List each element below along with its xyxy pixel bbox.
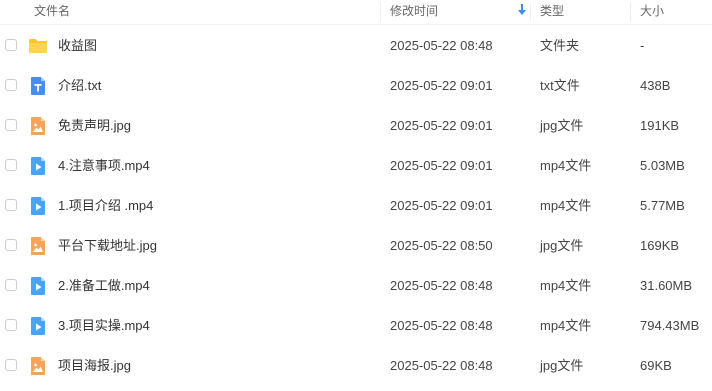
row-checkbox[interactable] (5, 119, 17, 131)
file-row[interactable]: 收益图 2025-05-22 08:48 文件夹 - (0, 26, 712, 66)
file-modified-time: 2025-05-22 09:01 (390, 158, 493, 173)
file-size: 31.60MB (640, 278, 693, 293)
row-checkbox[interactable] (5, 39, 17, 51)
file-row[interactable]: 4.注意事项.mp4 2025-05-22 09:01 mp4文件 5.03MB (0, 146, 712, 186)
file-list: 文件名 修改时间 类型 大小 收益图 2025-05-22 08:48 文件夹 - 介绍… (0, 0, 712, 391)
column-divider[interactable] (530, 3, 531, 21)
file-name[interactable]: 平台下载地址.jpg (58, 237, 157, 255)
column-header-type[interactable]: 类型 (540, 0, 564, 24)
column-header-size[interactable]: 大小 (640, 0, 664, 24)
video-file-icon (28, 156, 48, 176)
file-size: 169KB (640, 238, 680, 253)
file-name[interactable]: 2.准备工做.mp4 (58, 277, 150, 295)
video-file-icon (28, 316, 48, 336)
row-checkbox[interactable] (5, 79, 17, 91)
folder-icon (28, 36, 48, 56)
file-size: 5.03MB (640, 158, 685, 173)
file-size: - (640, 38, 645, 53)
video-file-icon (28, 276, 48, 296)
row-checkbox[interactable] (5, 319, 17, 331)
image-file-icon (28, 236, 48, 256)
file-modified-time: 2025-05-22 08:50 (390, 238, 493, 253)
file-row[interactable]: 介绍.txt 2025-05-22 09:01 txt文件 438B (0, 66, 712, 106)
file-row[interactable]: 1.项目介绍 .mp4 2025-05-22 09:01 mp4文件 5.77MB (0, 186, 712, 226)
file-type: jpg文件 (540, 358, 584, 373)
file-row[interactable]: 免责声明.jpg 2025-05-22 09:01 jpg文件 191KB (0, 106, 712, 146)
file-type: mp4文件 (540, 318, 592, 333)
file-type: jpg文件 (540, 238, 584, 253)
file-size: 5.77MB (640, 198, 685, 213)
row-checkbox[interactable] (5, 279, 17, 291)
image-file-icon (28, 356, 48, 376)
file-name[interactable]: 免责声明.jpg (58, 117, 131, 135)
video-file-icon (28, 196, 48, 216)
image-file-icon (28, 116, 48, 136)
file-row[interactable]: 平台下载地址.jpg 2025-05-22 08:50 jpg文件 169KB (0, 226, 712, 266)
file-size: 794.43MB (640, 318, 700, 333)
file-type: mp4文件 (540, 198, 592, 213)
file-modified-time: 2025-05-22 09:01 (390, 118, 493, 133)
file-type: mp4文件 (540, 278, 592, 293)
column-header-name[interactable]: 文件名 (34, 0, 70, 24)
txt-file-icon (28, 76, 48, 96)
file-modified-time: 2025-05-22 08:48 (390, 278, 493, 293)
file-name[interactable]: 介绍.txt (58, 77, 101, 95)
file-row[interactable]: 3.项目实操.mp4 2025-05-22 08:48 mp4文件 794.43MB (0, 306, 712, 346)
row-checkbox[interactable] (5, 359, 17, 371)
file-row[interactable]: 项目海报.jpg 2025-05-22 08:48 jpg文件 69KB (0, 346, 712, 386)
file-name[interactable]: 4.注意事项.mp4 (58, 157, 150, 175)
file-type: jpg文件 (540, 118, 584, 133)
row-checkbox[interactable] (5, 199, 17, 211)
file-modified-time: 2025-05-22 08:48 (390, 318, 493, 333)
file-list-header: 文件名 修改时间 类型 大小 (0, 0, 712, 25)
file-modified-time: 2025-05-22 08:48 (390, 358, 493, 373)
row-checkbox[interactable] (5, 239, 17, 251)
file-name[interactable]: 收益图 (58, 37, 97, 55)
column-divider[interactable] (630, 3, 631, 21)
file-modified-time: 2025-05-22 08:48 (390, 38, 493, 53)
file-size: 191KB (640, 118, 680, 133)
file-name[interactable]: 1.项目介绍 .mp4 (58, 197, 153, 215)
file-name[interactable]: 项目海报.jpg (58, 357, 131, 375)
file-size: 438B (640, 78, 671, 93)
column-divider[interactable] (380, 3, 381, 21)
file-modified-time: 2025-05-22 09:01 (390, 198, 493, 213)
file-type: txt文件 (540, 78, 580, 93)
file-modified-time: 2025-05-22 09:01 (390, 78, 493, 93)
file-type: 文件夹 (540, 38, 580, 53)
file-type: mp4文件 (540, 158, 592, 173)
file-name[interactable]: 3.项目实操.mp4 (58, 317, 150, 335)
file-row[interactable]: 2.准备工做.mp4 2025-05-22 08:48 mp4文件 31.60MB (0, 266, 712, 306)
sort-descending-icon[interactable] (518, 4, 526, 16)
file-size: 69KB (640, 358, 672, 373)
column-header-time[interactable]: 修改时间 (390, 0, 438, 24)
row-checkbox[interactable] (5, 159, 17, 171)
